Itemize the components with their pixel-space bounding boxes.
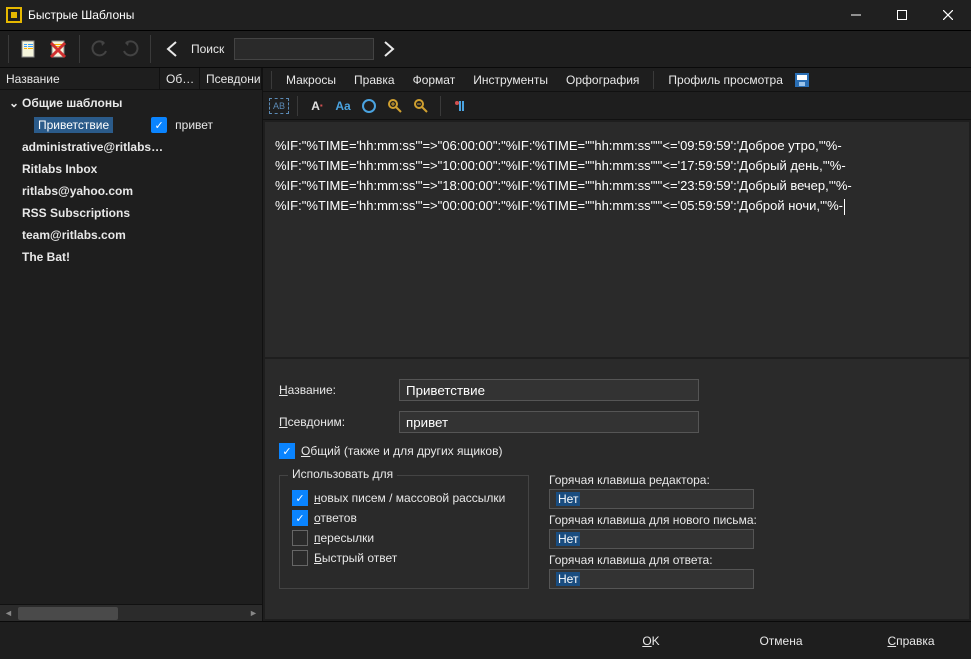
editor-line: %IF:"%TIME='hh:mm:ss'"=>"00:00:00":"%IF:… [275,196,959,216]
redo-button[interactable] [116,35,144,63]
usefor-quick-checkbox[interactable] [292,550,308,566]
editor-line: %IF:"%TIME='hh:mm:ss'"=>"06:00:00":"%IF:… [275,136,959,156]
undo-button[interactable] [86,35,114,63]
delete-template-button[interactable] [45,35,73,63]
app-icon [6,7,22,23]
text-caret [844,199,845,215]
zoom-in-icon[interactable] [384,95,406,117]
tree-root[interactable]: ⌄ Общие шаблоны [0,92,262,114]
tree-item[interactable]: Ritlabs Inbox [0,158,262,180]
save-profile-icon[interactable] [793,71,811,89]
tree-item[interactable]: administrative@ritlabs… [0,136,262,158]
template-editor[interactable]: %IF:"%TIME='hh:mm:ss'"=>"06:00:00":"%IF:… [265,122,969,357]
scroll-right-icon[interactable]: ► [245,605,262,622]
search-label: Поиск [191,42,224,56]
minimize-button[interactable] [833,0,879,30]
template-tree-panel: Название Об… Псевдони… ⌄ Общие шаблоны П… [0,68,263,621]
col-alias[interactable]: Псевдони… [200,68,262,89]
template-tree[interactable]: ⌄ Общие шаблоны Приветствие ✓ привет adm… [0,90,262,604]
titlebar: Быстрые Шаблоны [0,0,971,30]
search-input[interactable] [234,38,374,60]
help-button[interactable]: Справка [871,629,951,653]
alias-label: Псевдоним: [279,415,399,429]
dialog-buttons: OK Отмена Справка [0,621,971,659]
shared-label: Общий (также и для других ящиков) [301,444,502,458]
name-label: Название: [279,383,399,397]
tree-item[interactable]: ritlabs@yahoo.com [0,180,262,202]
font-color-icon[interactable]: A▪ [306,95,328,117]
close-button[interactable] [925,0,971,30]
search-next-button[interactable] [380,40,398,58]
editor-line: %IF:"%TIME='hh:mm:ss'"=>"18:00:00":"%IF:… [275,176,959,196]
tree-item[interactable]: team@ritlabs.com [0,224,262,246]
format-toolbar: AB A▪ Aa [263,92,971,120]
scroll-thumb[interactable] [18,607,118,620]
select-all-icon[interactable]: AB [269,98,289,114]
search-prev-button[interactable] [163,40,181,58]
color-circle-icon[interactable] [358,95,380,117]
editor-line: %IF:"%TIME='hh:mm:ss'"=>"10:00:00":"%IF:… [275,156,959,176]
font-size-icon[interactable]: Aa [332,95,354,117]
use-for-group: Использовать для ✓новых писем / массовой… [279,475,529,589]
hotkey-editor-label: Горячая клавиша редактора: [549,473,955,487]
editor-menubar: Макросы Правка Формат Инструменты Орфогр… [263,68,971,92]
maximize-button[interactable] [879,0,925,30]
col-shared[interactable]: Об… [160,68,200,89]
cancel-button[interactable]: Отмена [741,629,821,653]
toggle-marks-icon[interactable] [449,95,471,117]
menu-view-profile[interactable]: Профиль просмотра [660,68,791,92]
tree-item[interactable]: RSS Subscriptions [0,202,262,224]
window-title: Быстрые Шаблоны [28,8,833,22]
usefor-new-checkbox[interactable]: ✓ [292,490,308,506]
main-toolbar: Поиск [0,30,971,68]
tree-item[interactable]: The Bat! [0,246,262,268]
hotkey-editor-input[interactable]: Нет [549,489,754,509]
alias-input[interactable] [399,411,699,433]
col-name[interactable]: Название [0,68,160,89]
properties-form: Название: Псевдоним: ✓ Общий (также и дл… [265,359,969,619]
tree-item-selected[interactable]: Приветствие ✓ привет [0,114,262,136]
shared-checkbox[interactable]: ✓ [279,443,295,459]
menu-edit[interactable]: Правка [346,68,403,92]
name-input[interactable] [399,379,699,401]
ok-button[interactable]: OK [611,629,691,653]
scroll-left-icon[interactable]: ◄ [0,605,17,622]
zoom-out-icon[interactable] [410,95,432,117]
hotkey-new-input[interactable]: Нет [549,529,754,549]
use-for-label: Использовать для [288,467,397,481]
collapse-icon[interactable]: ⌄ [8,96,20,110]
horizontal-scrollbar[interactable]: ◄ ► [0,604,262,621]
menu-format[interactable]: Формат [405,68,464,92]
menu-tools[interactable]: Инструменты [465,68,556,92]
usefor-reply-checkbox[interactable]: ✓ [292,510,308,526]
hotkey-reply-input[interactable]: Нет [549,569,754,589]
menu-macros[interactable]: Макросы [278,68,344,92]
menu-spelling[interactable]: Орфография [558,68,647,92]
hotkey-reply-label: Горячая клавиша для ответа: [549,553,955,567]
shared-checkbox[interactable]: ✓ [151,117,167,133]
new-template-button[interactable] [15,35,43,63]
usefor-forward-checkbox[interactable] [292,530,308,546]
hotkey-new-label: Горячая клавиша для нового письма: [549,513,955,527]
tree-header: Название Об… Псевдони… [0,68,262,90]
